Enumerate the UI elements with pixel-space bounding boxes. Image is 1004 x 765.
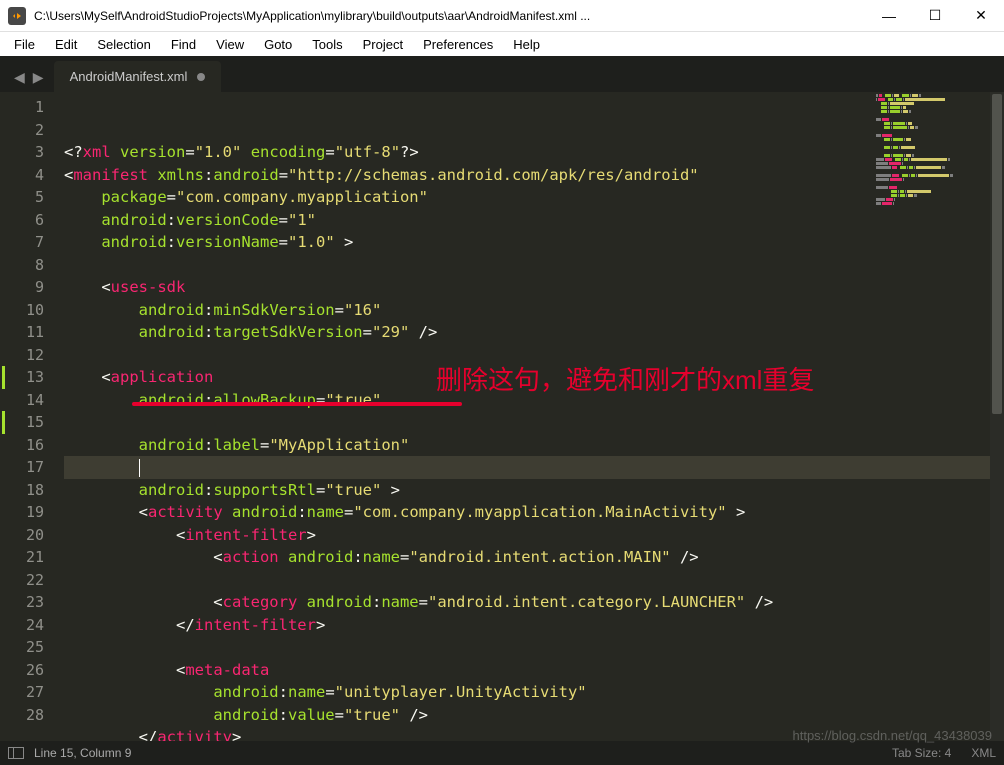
annotation-underline: [132, 402, 462, 406]
code-line[interactable]: <action android:name="android.intent.act…: [64, 546, 1004, 569]
gutter-line: 27: [0, 681, 44, 704]
gutter-line: 19: [0, 501, 44, 524]
scrollbar[interactable]: [990, 92, 1004, 741]
statusbar: Line 15, Column 9 Tab Size: 4 XML: [0, 741, 1004, 765]
gutter-line: 14: [0, 389, 44, 412]
maximize-button[interactable]: ☐: [912, 0, 958, 32]
menu-help[interactable]: Help: [503, 35, 550, 54]
gutter-line: 8: [0, 254, 44, 277]
gutter-line: 11: [0, 321, 44, 344]
menu-preferences[interactable]: Preferences: [413, 35, 503, 54]
gutter-line: 24: [0, 614, 44, 637]
code-line[interactable]: <uses-sdk: [64, 276, 1004, 299]
menu-tools[interactable]: Tools: [302, 35, 352, 54]
code-line[interactable]: <activity android:name="com.company.myap…: [64, 501, 1004, 524]
code-area[interactable]: <?xml version="1.0" encoding="utf-8"?><m…: [56, 92, 1004, 741]
gutter-line: 6: [0, 209, 44, 232]
code-line[interactable]: <category android:name="android.intent.c…: [64, 591, 1004, 614]
menu-view[interactable]: View: [206, 35, 254, 54]
nav-arrows: ◀ ▶: [4, 69, 54, 92]
status-tab-size[interactable]: Tab Size: 4: [892, 746, 951, 760]
code-line[interactable]: [64, 344, 1004, 367]
code-line[interactable]: android:value="true" />: [64, 704, 1004, 727]
menubar: FileEditSelectionFindViewGotoToolsProjec…: [0, 32, 1004, 56]
menu-edit[interactable]: Edit: [45, 35, 87, 54]
close-button[interactable]: ✕: [958, 0, 1004, 32]
gutter-line: 20: [0, 524, 44, 547]
tab[interactable]: AndroidManifest.xml: [54, 61, 222, 92]
gutter-line: 13: [0, 366, 44, 389]
code-line[interactable]: android:name="unityplayer.UnityActivity": [64, 681, 1004, 704]
gutter-line: 16: [0, 434, 44, 457]
panel-icon[interactable]: [8, 747, 24, 759]
editor: 1234567891011121314151617181920212223242…: [0, 92, 1004, 741]
gutter-line: 5: [0, 186, 44, 209]
minimize-button[interactable]: —: [866, 0, 912, 32]
gutter-line: 17: [0, 456, 44, 479]
gutter-line: 3: [0, 141, 44, 164]
gutter-line: 2: [0, 119, 44, 142]
nav-forward-icon[interactable]: ▶: [29, 69, 48, 86]
code-line[interactable]: <intent-filter>: [64, 524, 1004, 547]
status-syntax[interactable]: XML: [971, 746, 996, 760]
gutter-line: 10: [0, 299, 44, 322]
code-line[interactable]: android:targetSdkVersion="29" />: [64, 321, 1004, 344]
unsaved-dot-icon: [197, 73, 205, 81]
gutter-line: 9: [0, 276, 44, 299]
watermark: https://blog.csdn.net/qq_43438039: [793, 728, 993, 743]
code-line[interactable]: android:versionName="1.0" >: [64, 231, 1004, 254]
code-line[interactable]: android:minSdkVersion="16": [64, 299, 1004, 322]
gutter-line: 28: [0, 704, 44, 727]
gutter-line: 4: [0, 164, 44, 187]
gutter-line: 12: [0, 344, 44, 367]
app-icon: [8, 7, 26, 25]
code-line[interactable]: <manifest xmlns:android="http://schemas.…: [64, 164, 1004, 187]
gutter-line: 1: [0, 96, 44, 119]
code-line[interactable]: <meta-data: [64, 659, 1004, 682]
code-line[interactable]: [64, 254, 1004, 277]
code-line[interactable]: <?xml version="1.0" encoding="utf-8"?>: [64, 141, 1004, 164]
gutter-line: 7: [0, 231, 44, 254]
scroll-thumb[interactable]: [992, 94, 1002, 414]
code-line[interactable]: [64, 636, 1004, 659]
code-line[interactable]: [64, 411, 1004, 434]
code-line[interactable]: android:label="MyApplication": [64, 434, 1004, 457]
gutter-line: 23: [0, 591, 44, 614]
status-position[interactable]: Line 15, Column 9: [34, 746, 892, 760]
gutter-line: 15: [0, 411, 44, 434]
menu-selection[interactable]: Selection: [87, 35, 160, 54]
menu-project[interactable]: Project: [353, 35, 413, 54]
app-body: ◀ ▶ AndroidManifest.xml 1234567891011121…: [0, 56, 1004, 765]
code-line[interactable]: android:supportsRtl="true" >: [64, 479, 1004, 502]
window-controls: — ☐ ✕: [866, 0, 1004, 32]
titlebar: C:\Users\MySelf\AndroidStudioProjects\My…: [0, 0, 1004, 32]
nav-back-icon[interactable]: ◀: [10, 69, 29, 86]
code-line[interactable]: [64, 456, 1004, 479]
annotation-text: 删除这句，避免和刚才的xml重复: [436, 369, 814, 392]
code-line[interactable]: package="com.company.myapplication": [64, 186, 1004, 209]
gutter-line: 22: [0, 569, 44, 592]
gutter-line: 26: [0, 659, 44, 682]
menu-file[interactable]: File: [4, 35, 45, 54]
tab-row: ◀ ▶ AndroidManifest.xml: [0, 56, 1004, 92]
gutter: 1234567891011121314151617181920212223242…: [0, 92, 56, 741]
gutter-line: 21: [0, 546, 44, 569]
menu-goto[interactable]: Goto: [254, 35, 302, 54]
tab-label: AndroidManifest.xml: [70, 69, 188, 84]
code-line[interactable]: [64, 569, 1004, 592]
code-line[interactable]: </intent-filter>: [64, 614, 1004, 637]
gutter-line: 18: [0, 479, 44, 502]
gutter-line: 25: [0, 636, 44, 659]
window-title: C:\Users\MySelf\AndroidStudioProjects\My…: [34, 9, 866, 23]
menu-find[interactable]: Find: [161, 35, 206, 54]
code-line[interactable]: android:versionCode="1": [64, 209, 1004, 232]
